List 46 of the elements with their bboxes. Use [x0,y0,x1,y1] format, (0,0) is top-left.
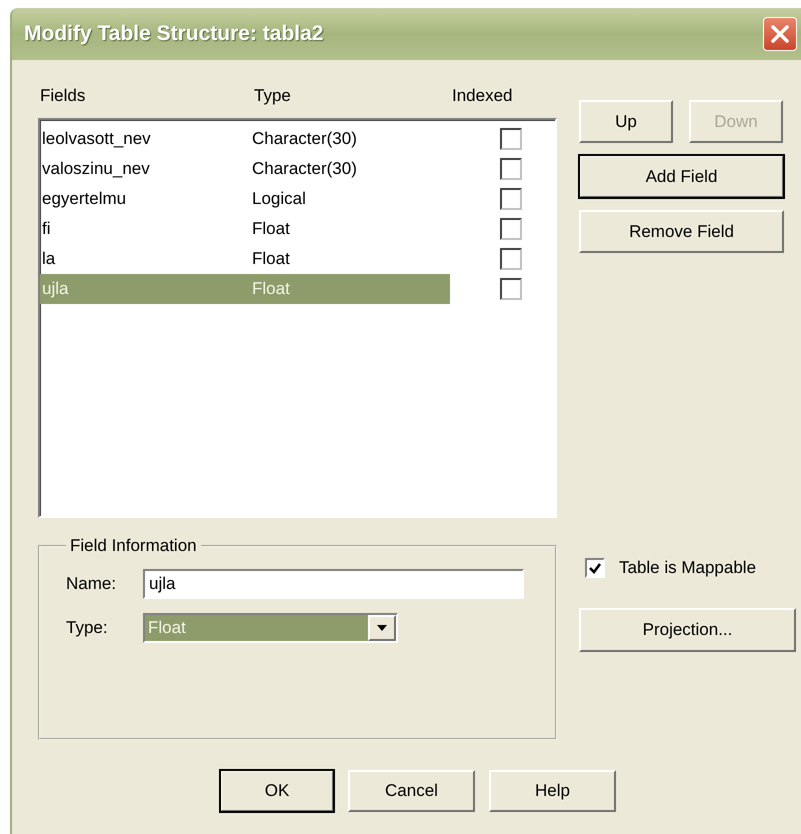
column-header: Fields [39,86,86,106]
field-type: Float [252,279,290,299]
field-row[interactable]: valoszinu_nev Character(30) [40,154,450,184]
type-label: Type: [66,618,109,638]
field-name: fi [42,219,52,239]
add-field-button[interactable]: Add Field [579,155,784,198]
window-title: Modify Table Structure: tabla2 [24,22,324,46]
indexed-checkbox[interactable] [500,278,522,300]
column-header: Type [254,86,292,106]
field-name: egyertelmu [42,189,128,209]
remove-field-button[interactable]: Remove Field [579,210,784,253]
field-row[interactable]: fi Float [40,214,450,244]
check-icon [588,561,602,575]
indexed-checkbox[interactable] [500,248,522,270]
close-button[interactable] [763,17,797,51]
field-name: valoszinu_nev [42,159,151,179]
type-value: Float [147,617,187,639]
mappable-checkbox[interactable] [585,558,605,578]
dialog-button[interactable]: Help [489,770,616,812]
field-name: la [42,249,56,269]
field-row[interactable]: la Float [40,244,450,274]
indexed-checkbox[interactable] [500,128,522,150]
group-title: Field Information [69,536,198,556]
field-name: ujla [42,279,70,299]
field-row[interactable]: leolvasott_nev Character(30) [40,124,450,154]
column-header: Indexed [452,86,512,106]
close-icon [769,23,791,45]
field-type: Logical [252,189,306,209]
dropdown-button[interactable] [368,615,396,641]
indexed-checkbox[interactable] [500,158,522,180]
field-type: Character(30) [252,129,357,149]
dialog-button[interactable]: OK [220,770,334,812]
mappable-label: Table is Mappable [619,558,756,578]
field-type: Character(30) [252,159,357,179]
caret-icon [376,624,388,632]
field-type: Float [252,249,290,269]
name-label: Name: [66,574,118,594]
field-type: Float [252,219,290,239]
name-field[interactable]: ujla [143,569,524,599]
up-button[interactable]: Up [579,100,673,143]
field-row[interactable]: egyertelmu Logical [40,184,450,214]
field-name: leolvasott_nev [42,129,152,149]
dialog-button[interactable]: Cancel [348,770,475,812]
indexed-checkbox[interactable] [500,218,522,240]
projection-button[interactable]: Projection... [579,608,796,652]
indexed-checkbox[interactable] [500,188,522,210]
